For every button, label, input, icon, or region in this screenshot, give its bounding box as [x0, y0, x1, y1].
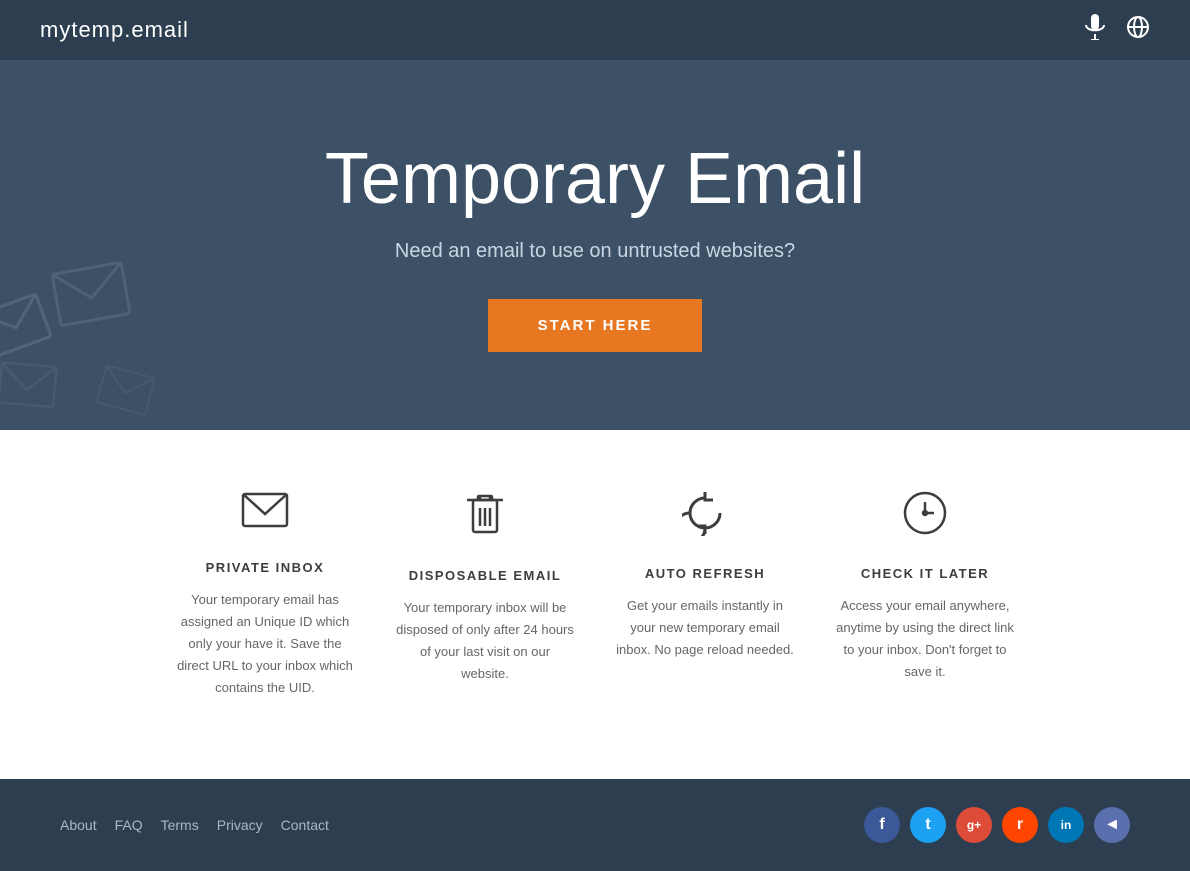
feature-auto-refresh-desc: Get your emails instantly in your new te…: [615, 595, 795, 661]
hero-title: Temporary Email: [325, 138, 865, 220]
header: mytemp.email: [0, 0, 1190, 60]
footer-link-privacy[interactable]: Privacy: [217, 817, 263, 833]
social-reddit[interactable]: r: [1002, 807, 1038, 843]
feature-private-inbox-title: PRIVATE INBOX: [175, 560, 355, 575]
social-facebook[interactable]: f: [864, 807, 900, 843]
trash-icon: [395, 490, 575, 548]
feature-check-later-desc: Access your email anywhere, anytime by u…: [835, 595, 1015, 683]
footer: About FAQ Terms Privacy Contact f t g+ r…: [0, 779, 1190, 871]
social-twitter[interactable]: t: [910, 807, 946, 843]
feature-auto-refresh: AUTO REFRESH Get your emails instantly i…: [595, 490, 815, 699]
social-misc[interactable]: ◄: [1094, 807, 1130, 843]
feature-private-inbox: PRIVATE INBOX Your temporary email has a…: [155, 490, 375, 699]
footer-link-faq[interactable]: FAQ: [115, 817, 143, 833]
refresh-icon: [615, 490, 795, 546]
hero-decoration: [0, 235, 180, 430]
feature-private-inbox-desc: Your temporary email has assigned an Uni…: [175, 589, 355, 699]
feature-disposable-email-title: DISPOSABLE EMAIL: [395, 568, 575, 583]
social-linkedin[interactable]: in: [1048, 807, 1084, 843]
hero-subtitle: Need an email to use on untrusted websit…: [395, 240, 795, 263]
social-googleplus[interactable]: g+: [956, 807, 992, 843]
footer-nav: About FAQ Terms Privacy Contact: [60, 817, 329, 833]
footer-link-about[interactable]: About: [60, 817, 97, 833]
features-section: PRIVATE INBOX Your temporary email has a…: [0, 430, 1190, 779]
feature-disposable-email: DISPOSABLE EMAIL Your temporary inbox wi…: [375, 490, 595, 699]
feature-auto-refresh-title: AUTO REFRESH: [615, 566, 795, 581]
feature-check-later-title: CHECK IT LATER: [835, 566, 1015, 581]
social-icons: f t g+ r in ◄: [864, 807, 1130, 843]
globe-icon[interactable]: [1126, 15, 1150, 45]
envelope-icon: [175, 490, 355, 540]
hero-section: Temporary Email Need an email to use on …: [0, 60, 1190, 430]
header-icons: [1084, 14, 1150, 46]
logo: mytemp.email: [40, 17, 189, 43]
clock-icon: [835, 490, 1015, 546]
footer-link-contact[interactable]: Contact: [281, 817, 329, 833]
feature-disposable-email-desc: Your temporary inbox will be disposed of…: [395, 597, 575, 685]
mic-icon[interactable]: [1084, 14, 1106, 46]
footer-link-terms[interactable]: Terms: [161, 817, 199, 833]
feature-check-later: CHECK IT LATER Access your email anywher…: [815, 490, 1035, 699]
start-button[interactable]: START HERE: [488, 299, 703, 352]
